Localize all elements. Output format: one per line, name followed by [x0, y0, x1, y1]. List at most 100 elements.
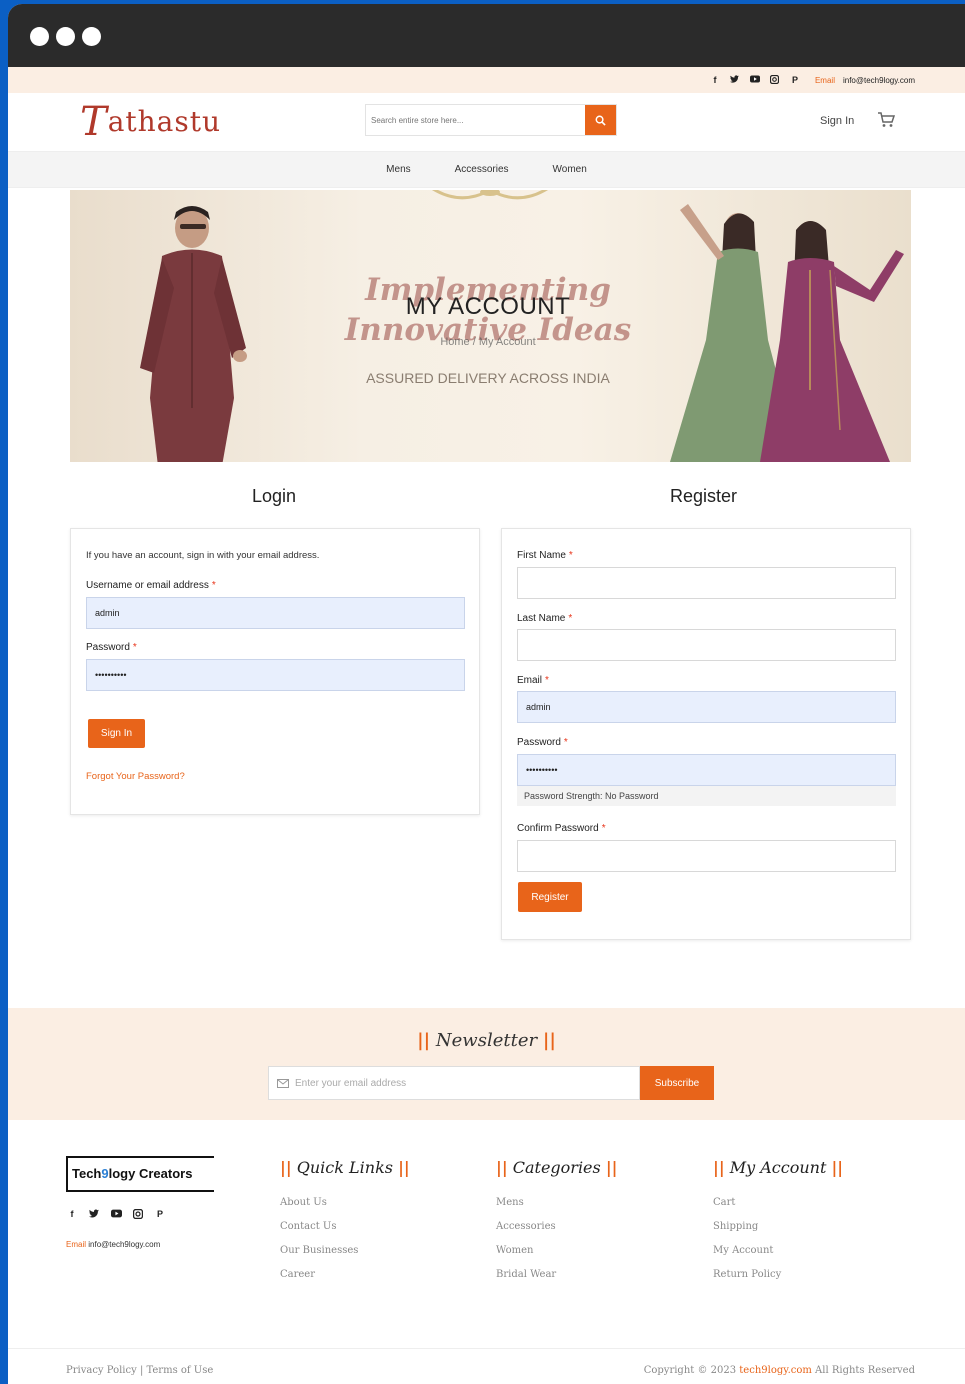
site-logo[interactable]: Tathastu [80, 99, 221, 145]
register-button[interactable]: Register [518, 882, 582, 912]
window-dot[interactable] [82, 27, 101, 46]
footer-link-my-account[interactable]: My Account [713, 1245, 843, 1256]
footer-link-women[interactable]: Women [496, 1245, 617, 1256]
signin-link[interactable]: Sign In [820, 115, 854, 127]
pinterest-icon[interactable]: P [154, 1209, 166, 1221]
username-label-text: Username or email address [86, 580, 209, 591]
newsletter-email-input[interactable]: Enter your email address [268, 1066, 640, 1100]
password-label: Password * [86, 642, 137, 653]
footer-link-career[interactable]: Career [280, 1269, 410, 1280]
footer-logo[interactable]: Tech9logy Creators [66, 1156, 214, 1192]
search-icon [595, 115, 606, 126]
footer-categories: || Categories || Mens Accessories Women … [496, 1158, 617, 1293]
register-password-input[interactable]: •••••••••• [517, 754, 896, 786]
footer-link-accessories[interactable]: Accessories [496, 1221, 617, 1232]
newsletter-placeholder: Enter your email address [295, 1077, 407, 1089]
search-input[interactable] [366, 105, 585, 135]
footer-bottom-bar: Privacy Policy | Terms of Use Copyright … [8, 1348, 965, 1384]
topbar-email-label: Email [814, 75, 835, 85]
terms-of-use-link[interactable]: Terms of Use [147, 1365, 214, 1376]
email-label-text: Email [517, 675, 543, 686]
nav-item-women[interactable]: Women [553, 164, 587, 175]
instagram-icon[interactable] [132, 1208, 144, 1221]
subscribe-button[interactable]: Subscribe [640, 1066, 714, 1100]
footer-link-mens[interactable]: Mens [496, 1197, 617, 1208]
confirm-password-label-text: Confirm Password [517, 823, 599, 834]
search-button[interactable] [585, 105, 616, 135]
footer-email[interactable]: Email info@tech9logy.com [66, 1240, 160, 1249]
logo-text: athastu [107, 105, 222, 138]
window-titlebar [8, 4, 965, 67]
facebook-icon[interactable]: f [66, 1209, 78, 1221]
browser-window: f P Email info@tech9logy.com Tathastu Si… [8, 4, 965, 1384]
window-dot[interactable] [30, 27, 49, 46]
password-strength-meter: Password Strength: No Password [517, 786, 896, 806]
title-bars: || [417, 1030, 431, 1051]
facebook-icon[interactable]: f [709, 75, 721, 85]
my-account-title: My Account [729, 1158, 827, 1177]
footer-my-account: || My Account || Cart Shipping My Accoun… [713, 1158, 843, 1293]
categories-title: Categories [512, 1158, 601, 1177]
twitter-icon[interactable] [88, 1209, 100, 1221]
register-password-label: Password * [517, 737, 568, 748]
instagram-icon[interactable] [769, 74, 781, 86]
nav-item-mens[interactable]: Mens [386, 164, 410, 175]
username-input[interactable]: admin [86, 597, 465, 629]
search-bar [365, 104, 617, 136]
footer-logo-part1: Tech [72, 1166, 102, 1181]
first-name-input[interactable] [517, 567, 896, 599]
footer-email-label: Email [66, 1240, 87, 1249]
mail-icon [277, 1078, 289, 1088]
youtube-icon[interactable] [110, 1209, 122, 1221]
title-bars: || [542, 1030, 556, 1051]
title-bars: || [496, 1158, 508, 1177]
footer-link-shipping[interactable]: Shipping [713, 1221, 843, 1232]
footer-link-contact-us[interactable]: Contact Us [280, 1221, 410, 1232]
footer-link-cart[interactable]: Cart [713, 1197, 843, 1208]
site-header: Tathastu Sign In [8, 93, 965, 151]
model-women-image [670, 204, 904, 462]
forgot-password-link[interactable]: Forgot Your Password? [86, 771, 185, 782]
logo-initial: T [80, 99, 108, 145]
privacy-policy-link[interactable]: Privacy Policy [66, 1365, 137, 1376]
title-bars: || [605, 1158, 618, 1177]
title-bars: || [280, 1158, 292, 1177]
window-controls [30, 27, 101, 46]
first-name-label: First Name * [517, 550, 573, 561]
footer-quick-links: || Quick Links || About Us Contact Us Ou… [280, 1158, 410, 1293]
footer-link-about-us[interactable]: About Us [280, 1197, 410, 1208]
youtube-icon[interactable] [749, 75, 761, 85]
quick-links-title: Quick Links [296, 1158, 393, 1177]
confirm-password-input[interactable] [517, 840, 896, 872]
last-name-label-text: Last Name [517, 613, 566, 624]
copyright-brand-link[interactable]: tech9logy.com [739, 1365, 812, 1376]
cart-icon[interactable] [877, 112, 896, 133]
footer-logo-part2: logy Creators [108, 1166, 193, 1181]
breadcrumb[interactable]: Home / My Account [338, 336, 638, 348]
footer-link-bridal-wear[interactable]: Bridal Wear [496, 1269, 617, 1280]
topbar-email-link[interactable]: info@tech9logy.com [843, 76, 915, 85]
last-name-input[interactable] [517, 629, 896, 661]
banner-tagline: ASSURED DELIVERY ACROSS INDIA [366, 370, 610, 386]
hero-banner: Implementing Innovative Ideas MY ACCOUNT… [70, 190, 911, 462]
top-info-bar: f P Email info@tech9logy.com [8, 67, 965, 93]
register-title: Register [670, 486, 738, 506]
model-man-image [140, 206, 247, 462]
first-name-label-text: First Name [517, 550, 566, 561]
footer-link-return-policy[interactable]: Return Policy [713, 1269, 843, 1280]
email-input[interactable]: admin [517, 691, 896, 723]
window-dot[interactable] [56, 27, 75, 46]
twitter-icon[interactable] [729, 75, 741, 85]
nav-item-accessories[interactable]: Accessories [455, 164, 509, 175]
email-label: Email * [517, 675, 549, 686]
newsletter-title-text: Newsletter [435, 1030, 538, 1051]
password-input[interactable]: •••••••••• [86, 659, 465, 691]
footer-link-our-businesses[interactable]: Our Businesses [280, 1245, 410, 1256]
last-name-label: Last Name * [517, 613, 573, 624]
legal-separator: | [139, 1365, 144, 1376]
signin-button[interactable]: Sign In [88, 719, 145, 748]
title-bars: || [831, 1158, 844, 1177]
pinterest-icon[interactable]: P [789, 75, 801, 85]
title-bars: || [713, 1158, 725, 1177]
copyright-suffix: All Rights Reserved [815, 1365, 915, 1376]
